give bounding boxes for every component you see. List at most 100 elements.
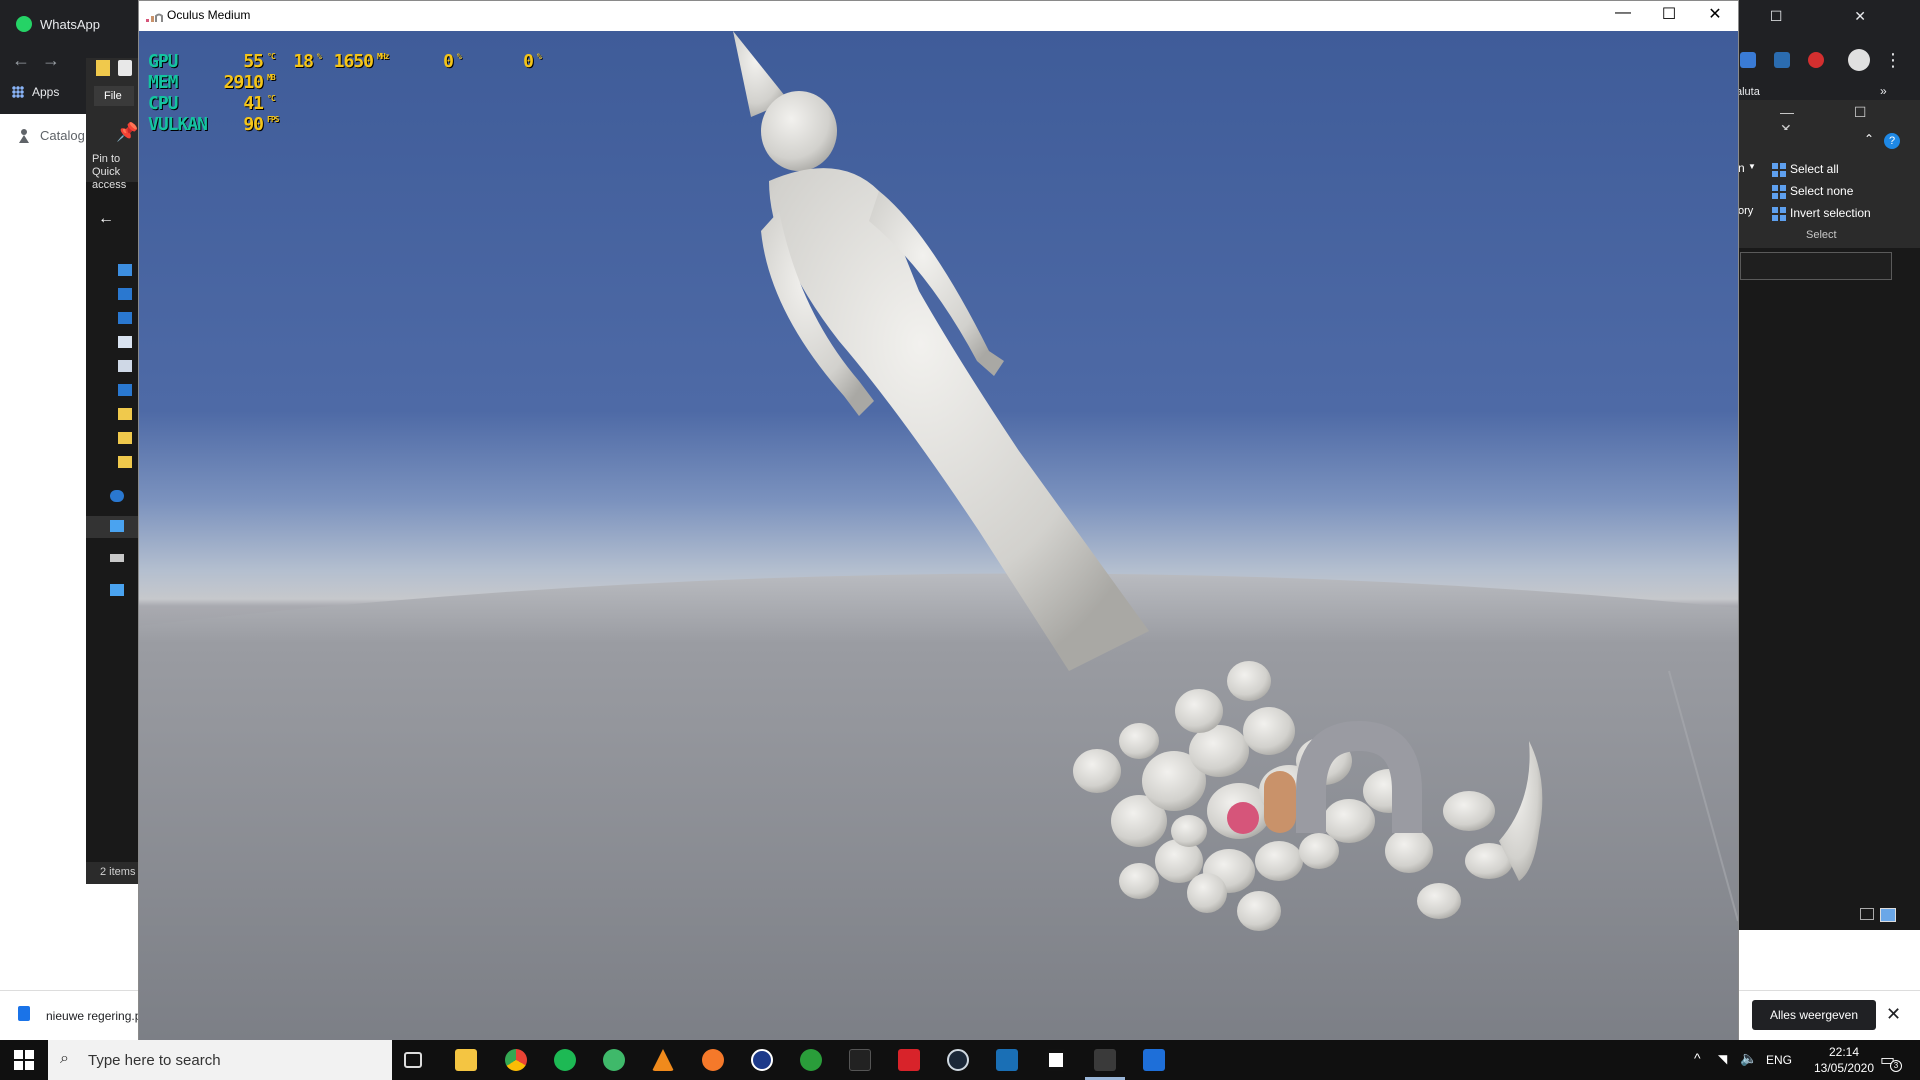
bookmark-more-icon[interactable]: » [1880,84,1887,98]
onedrive-icon [110,490,124,502]
close-icon[interactable]: ✕ [1886,1004,1901,1025]
windows-start-icon[interactable] [14,1050,34,1070]
chevron-up-icon[interactable]: ⌃ [1864,132,1874,146]
blender-icon[interactable] [702,1049,724,1071]
watermark-bar [1264,771,1296,833]
file-explorer-icon[interactable] [455,1049,477,1071]
folder-icon [96,60,110,76]
minimize-button[interactable]: — [1600,4,1646,22]
stat-unit-mem: MB [267,73,276,82]
folder-icon [118,432,132,444]
oculus-titlebar[interactable] [139,1,1738,31]
download-file-name[interactable]: nieuwe regering.p [46,1009,141,1023]
stat-unit-cpu: °C [267,94,276,103]
clock-date: 13/05/2020 [1813,1061,1875,1075]
viewport-scene [139,31,1738,1040]
sculpt-viewport[interactable]: GPU 55 °C 18 % 1650 MHz 0 % 0 % MEM 2910… [139,31,1738,1040]
photos-icon[interactable] [1143,1049,1165,1071]
oculus-icon[interactable] [1045,1049,1067,1071]
computer-icon [110,520,124,532]
person-icon [18,128,30,149]
stat-value-gpu-load: 18 [293,51,314,72]
document-icon [18,1006,30,1021]
stat-value-gpu-clock: 1650 [333,51,374,72]
apps-grid-icon [12,86,24,98]
stat-label-gpu: GPU [148,51,178,72]
whatsapp-icon [16,16,32,32]
back-arrow-icon[interactable]: ← [12,50,30,71]
stat-value-mem: 2910 [223,72,264,93]
xbox-icon[interactable] [800,1049,822,1071]
large-icons-view-icon[interactable] [1880,908,1896,922]
document-icon [118,336,132,348]
download-icon [118,312,132,324]
select-none-button[interactable]: Select none [1772,184,1853,199]
folder-icon [118,456,132,468]
music-icon [118,384,132,396]
back-arrow-icon[interactable]: ← [98,210,114,228]
network-icon[interactable]: ◥ [1718,1052,1727,1066]
bookmark-partial[interactable]: aluta [1736,86,1760,98]
spotify-icon[interactable] [554,1049,576,1071]
stat-unit-vulkan: FPS [267,115,279,124]
oculus-medium-logo-icon [146,10,164,22]
app-green-icon[interactable] [603,1049,625,1071]
extension-icon[interactable] [1740,52,1756,68]
ribbon-partial-label[interactable]: ory [1738,205,1753,217]
oculus-medium-taskbar-icon[interactable] [1094,1049,1116,1071]
network-icon [110,584,124,596]
ribbon-partial-label[interactable]: n [1738,161,1745,175]
task-view-icon[interactable] [404,1052,422,1068]
stat-unit-extra-2: % [537,52,542,61]
stat-label-cpu: CPU [148,93,178,114]
help-icon[interactable]: ? [1884,133,1900,149]
chevron-up-icon[interactable]: ^ [1694,1050,1701,1066]
invert-selection-button[interactable]: Invert selection [1772,206,1871,221]
select-all-button[interactable]: Select all [1772,162,1839,177]
chevron-down-icon: ▼ [1748,162,1756,171]
extension-icon[interactable] [1808,52,1824,68]
profile-avatar[interactable] [1848,49,1870,71]
app-dark-icon[interactable] [849,1049,871,1071]
explorer-search-input[interactable] [1740,252,1892,280]
clock-time: 22:14 [1828,1045,1860,1059]
extension-icon[interactable] [1774,52,1790,68]
chrome-icon[interactable] [505,1049,527,1071]
ribbon-group-label: Select [1806,229,1837,241]
catalog-link[interactable]: Catalog [40,128,85,143]
window-title: Oculus Medium [167,8,251,22]
search-icon: ⌕ [60,1050,69,1067]
stat-unit-extra-1: % [457,52,462,61]
pictures-icon [118,360,132,372]
file-tab[interactable]: File [94,86,134,106]
details-view-icon[interactable] [1860,908,1874,920]
desktop-icon [118,288,132,300]
maximize-button[interactable]: ☐ [1646,4,1692,24]
language-indicator[interactable]: ENG [1766,1053,1792,1067]
pin-icon: 📌 [116,122,139,142]
close-button[interactable]: ✕ [1692,4,1738,24]
forward-arrow-icon[interactable]: → [42,50,60,71]
volume-icon[interactable]: 🔈 [1740,1050,1757,1067]
ground-plane [139,573,1738,1040]
browser-tab-title[interactable]: WhatsApp [40,17,100,32]
stat-value-extra-2: 0 [523,51,534,72]
explorer-status-bar: 2 items [86,862,146,884]
app-blue-icon[interactable] [996,1049,1018,1071]
menu-dots-icon[interactable]: ⋮ [1884,50,1902,71]
select-none-icon [1772,184,1786,199]
stat-value-vulkan: 90 [243,114,264,135]
drive-icon [110,554,124,562]
bookmark-apps[interactable]: Apps [32,85,59,99]
stat-value-cpu: 41 [243,93,264,114]
app-red-icon[interactable] [898,1049,920,1071]
folder-icon [118,408,132,420]
stat-unit-gpu-clock: MHz [377,52,389,61]
steam-icon[interactable] [947,1049,969,1071]
clock[interactable]: 22:14 13/05/2020 [1812,1044,1876,1076]
cinema4d-icon[interactable] [751,1049,773,1071]
select-all-label: Select all [1790,162,1839,176]
search-placeholder: Type here to search [88,1052,221,1069]
show-all-button[interactable]: Alles weergeven [1752,1000,1876,1030]
watermark-dot [1227,802,1259,834]
